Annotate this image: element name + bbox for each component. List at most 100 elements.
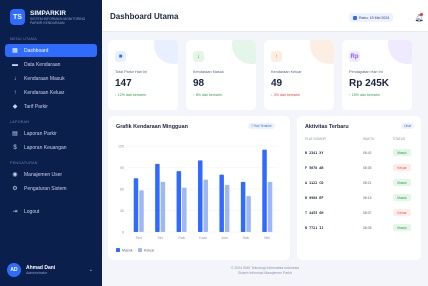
table-row[interactable]: T 4455 GH 08:07 Keluar (297, 206, 419, 221)
arrow-down-icon: ↓ (13, 75, 17, 82)
brand-logo: TS (10, 9, 25, 25)
status-badge: Keluar (393, 164, 411, 171)
sidebar-nav: MENU UTAMA ▦ Dashboard ▬ Data Kendaraan ↓ Kend… (0, 31, 102, 218)
tag-icon: ◆ (12, 103, 18, 110)
sidebar-item-dashboard[interactable]: ▦ Dashboard (5, 44, 97, 57)
user-profile[interactable]: AD Ahmad Dani Administrator ⌄ (5, 260, 97, 280)
status-badge: Masuk (393, 149, 411, 156)
column-header-plate: PLAT NOMOR (305, 137, 326, 141)
car-icon: ▬ (12, 61, 18, 68)
legend-label: Keluar (144, 248, 155, 252)
entry-time: 08:07 (363, 211, 372, 215)
stat-change: ↑ 15% dari kemarin (349, 93, 380, 97)
gear-icon: ⚙ (12, 185, 18, 192)
view-all-chip[interactable]: Lihat (401, 123, 414, 129)
stat-change: ↑ 12% dari kemarin (115, 93, 146, 97)
sidebar-item-manajemen-user[interactable]: ◉ Manajemen User (5, 168, 97, 181)
brand-subtitle: SISTEM INFORMASI MONITORING PARKIR KENDA… (30, 16, 86, 25)
legend-swatch (138, 248, 142, 252)
chevron-down-icon[interactable]: ⌄ (89, 267, 93, 273)
activity-title: Aktivitas Terbaru (305, 124, 349, 130)
card-decoration (154, 40, 178, 64)
column-header-status: STATUS (393, 137, 406, 141)
legend-swatch (116, 248, 120, 252)
table-row[interactable]: B 2341 XY 08:42 Masuk (297, 146, 419, 161)
sidebar-item-laporan-parkir[interactable]: ▤ Laporan Parkir (5, 127, 97, 140)
sidebar-item-logout[interactable]: ⇥ Logout (5, 205, 97, 218)
bar-masuk (133, 178, 139, 232)
sidebar-item-pengaturan-sistem[interactable]: ⚙ Pengaturan Sistem (5, 182, 97, 195)
dollar-icon: $ (13, 144, 17, 151)
table-row[interactable]: B 9988 EF 08:15 Masuk (297, 191, 419, 206)
x-tick-label: Jum (221, 236, 228, 240)
car-icon: ■ (115, 51, 126, 62)
status-badge: Masuk (393, 224, 411, 231)
bar-masuk (155, 163, 160, 232)
sidebar-item-kendaraan-keluar[interactable]: ↑ Kendaraan Keluar (5, 86, 97, 99)
bell-icon[interactable]: 🔔︎ (415, 13, 423, 22)
plate-number: B 7721 IJ (305, 226, 324, 230)
entry-time: 08:15 (363, 196, 372, 200)
sidebar-item-laporan-keuangan[interactable]: $ Laporan Keuangan (5, 141, 97, 154)
bar-keluar (267, 181, 273, 232)
sidebar-item-label: Dashboard (24, 47, 49, 54)
weekly-bar-chart: 0 30 60 90 120 Sen Sel Rab Kam Jum Sab Min Masuk Kelu… (116, 144, 278, 252)
footer: © 2024 SMK Teknologi Informatika Indones… (102, 266, 428, 276)
sidebar-item-label: Logout (24, 208, 40, 215)
stat-value: 49 (271, 78, 283, 89)
notification-dot (420, 13, 423, 16)
bar-keluar (224, 184, 230, 232)
sidebar-item-label: Tarif Parkir (24, 103, 48, 110)
entry-time: 08:21 (363, 181, 372, 185)
bar-masuk (219, 174, 224, 232)
status-badge: Masuk (393, 179, 411, 186)
plate-number: T 4455 GH (305, 211, 324, 215)
sidebar-item-kendaraan-masuk[interactable]: ↓ Kendaraan Masuk (5, 72, 97, 85)
sidebar-item-label: Kendaraan Masuk (24, 75, 65, 82)
sidebar-section-label: MENU UTAMA (10, 37, 37, 41)
bar-keluar (139, 190, 144, 232)
plate-number: B 2341 XY (305, 151, 324, 155)
stat-value: Rp 245K (349, 78, 390, 89)
plate-number: B 9988 EF (305, 196, 324, 200)
y-tick-label: 30 (120, 209, 124, 213)
table-row[interactable]: B 7721 IJ 08:05 Masuk (297, 221, 419, 236)
x-tick-label: Sel (158, 236, 163, 240)
bar-masuk (176, 171, 182, 232)
arrow-down-icon: ↓ (193, 51, 204, 62)
sidebar-item-label: Laporan Parkir (24, 130, 57, 137)
sidebar-item-data-kendaraan[interactable]: ▬ Data Kendaraan (5, 58, 97, 71)
users-icon: ◉ (12, 171, 18, 178)
card-decoration (232, 40, 256, 64)
sidebar: TS SIMPARKIR SISTEM INFORMASI MONITORING… (0, 0, 102, 286)
y-tick-label: 0 (122, 230, 124, 234)
footer-subtitle: Sistem Informasi Manajemen Parkir (238, 271, 292, 275)
main-content: Dashboard Utama Rabu, 15 Mei 2024 🔔︎ ■ T… (102, 0, 428, 286)
logout-icon: ⇥ (12, 208, 18, 215)
stat-card: ↓ Kendaraan Masuk 98 ↑ 8% dari kemarin (186, 40, 256, 110)
recent-activity-card: Aktivitas Terbaru Lihat PLAT NOMOR WAKTU… (297, 116, 421, 260)
bar-keluar (182, 187, 187, 232)
stat-card: ■ Total Parkir Hari Ini 147 ↑ 12% dari k… (108, 40, 178, 110)
arrow-up-icon: ↑ (271, 51, 282, 62)
sidebar-item-tarif-parkir[interactable]: ◆ Tarif Parkir (5, 100, 97, 113)
x-tick-label: Min (264, 236, 270, 240)
column-header-time: WAKTU (363, 137, 375, 141)
table-row[interactable]: F 5678 AB 08:35 Keluar (297, 161, 419, 176)
grid-icon: ▦ (12, 47, 18, 54)
status-badge: Masuk (393, 194, 411, 201)
bar-masuk (198, 160, 203, 232)
bar-keluar (160, 181, 166, 232)
stat-value: 147 (115, 78, 132, 89)
table-row[interactable]: A 1122 CD 08:21 Masuk (297, 176, 419, 191)
bar-keluar (203, 179, 208, 232)
entry-time: 08:42 (363, 151, 372, 155)
x-tick-label: Sen (136, 236, 142, 240)
brand: TS SIMPARKIR SISTEM INFORMASI MONITORING… (0, 0, 102, 31)
user-role: Administrator (26, 270, 48, 275)
avatar: AD (7, 263, 21, 277)
bar-masuk (262, 149, 267, 232)
sidebar-section-label (0, 196, 102, 204)
stat-label: Total Parkir Hari Ini (115, 70, 148, 74)
sidebar-item-label: Manajemen User (24, 171, 63, 178)
